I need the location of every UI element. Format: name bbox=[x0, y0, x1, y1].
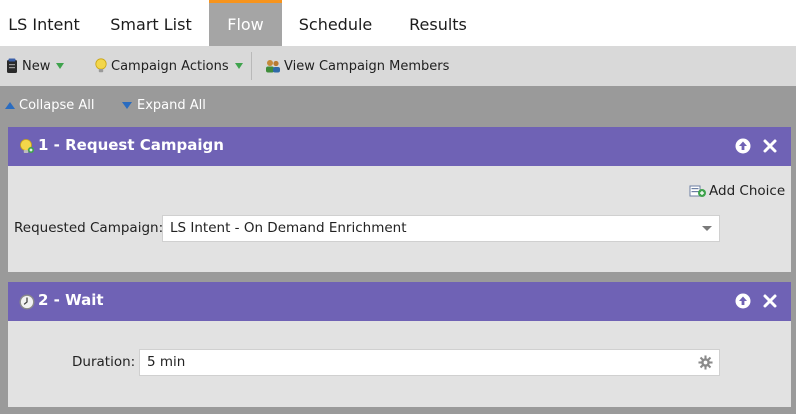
duration-value: 5 min bbox=[147, 354, 186, 370]
collapse-all-label: Collapse All bbox=[19, 98, 95, 113]
close-icon[interactable] bbox=[762, 293, 778, 309]
add-choice-label: Add Choice bbox=[709, 183, 786, 199]
toolbar-divider bbox=[251, 52, 252, 80]
lightbulb-add-icon bbox=[20, 139, 34, 153]
requested-campaign-value: LS Intent - On Demand Enrichment bbox=[170, 220, 407, 236]
add-choice-button[interactable]: Add Choice bbox=[689, 183, 785, 199]
move-up-icon[interactable] bbox=[735, 293, 751, 309]
clock-icon bbox=[19, 294, 35, 310]
step-2-body: Duration: 5 min bbox=[8, 321, 791, 407]
tab-bar: LS Intent Smart List Flow Schedule Resul… bbox=[0, 0, 796, 46]
active-tab-indicator bbox=[209, 0, 282, 3]
tab-label: Schedule bbox=[298, 15, 373, 34]
duration-label: Duration: bbox=[72, 354, 136, 370]
dropdown-arrow-icon bbox=[234, 63, 243, 69]
tab-label: Flow bbox=[227, 15, 264, 34]
tab-label: Results bbox=[409, 15, 467, 34]
step-1-body: Add Choice Requested Campaign: LS Intent… bbox=[8, 166, 791, 272]
step-title: 1 - Request Campaign bbox=[38, 136, 224, 154]
gear-icon[interactable] bbox=[698, 355, 713, 370]
add-choice-icon bbox=[689, 185, 706, 197]
campaign-actions-button[interactable]: Campaign Actions bbox=[94, 46, 243, 86]
expand-arrow-icon bbox=[122, 102, 132, 109]
tab-label: LS Intent bbox=[8, 15, 80, 34]
collapse-all-button[interactable]: Collapse All bbox=[5, 98, 95, 113]
lightbulb-icon bbox=[95, 58, 107, 73]
collapse-arrow-icon bbox=[5, 102, 15, 109]
expand-all-label: Expand All bbox=[137, 98, 206, 113]
dropdown-arrow-icon bbox=[56, 63, 65, 69]
new-button-label: New bbox=[22, 58, 51, 74]
toolbar: New Campaign Actions View Campaign Membe… bbox=[0, 46, 796, 86]
move-up-icon[interactable] bbox=[735, 138, 751, 154]
requested-campaign-select[interactable]: LS Intent - On Demand Enrichment bbox=[162, 215, 720, 242]
chevron-down-icon bbox=[702, 226, 712, 231]
expand-all-button[interactable]: Expand All bbox=[122, 98, 206, 113]
tab-smart-list[interactable]: Smart List bbox=[96, 0, 206, 46]
tab-label: Smart List bbox=[110, 15, 192, 34]
step-title: 2 - Wait bbox=[38, 291, 104, 309]
collapse-expand-bar: Collapse All Expand All bbox=[0, 86, 796, 126]
tab-schedule[interactable]: Schedule bbox=[288, 0, 383, 46]
new-document-icon bbox=[7, 58, 17, 73]
step-1-header[interactable]: 1 - Request Campaign bbox=[8, 127, 791, 166]
tab-results[interactable]: Results bbox=[398, 0, 478, 46]
new-button[interactable]: New bbox=[6, 46, 65, 86]
requested-campaign-label: Requested Campaign: bbox=[14, 220, 164, 236]
view-campaign-members-button[interactable]: View Campaign Members bbox=[264, 46, 449, 86]
tab-ls-intent[interactable]: LS Intent bbox=[0, 0, 88, 46]
people-icon bbox=[266, 60, 280, 73]
close-icon[interactable] bbox=[762, 138, 778, 154]
duration-input[interactable]: 5 min bbox=[139, 349, 720, 376]
tab-flow[interactable]: Flow bbox=[209, 0, 282, 46]
campaign-actions-label: Campaign Actions bbox=[111, 58, 229, 74]
step-2-header[interactable]: 2 - Wait bbox=[8, 282, 791, 321]
view-campaign-members-label: View Campaign Members bbox=[284, 58, 450, 74]
